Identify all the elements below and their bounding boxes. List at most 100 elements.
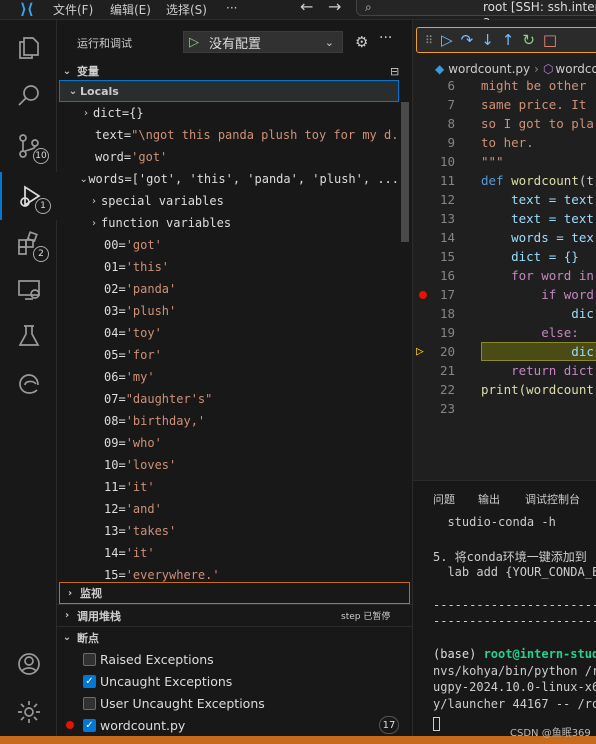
item-value: 'it' (125, 546, 155, 560)
back-arrow-icon[interactable]: ← (300, 0, 313, 16)
callstack-section-header[interactable]: › 调用堆栈 step 已暂停 (57, 604, 412, 626)
item-value: 'takes' (125, 524, 177, 538)
breakpoint-item[interactable]: ✓ wordcount.py 17 (57, 714, 412, 736)
breakpoint-item[interactable]: User Uncaught Exceptions (57, 692, 412, 714)
settings-gear-icon[interactable] (0, 688, 57, 736)
stop-icon[interactable]: □ (543, 31, 557, 49)
item-index: 10 (104, 458, 119, 472)
restart-icon[interactable]: ↻ (522, 31, 535, 49)
list-item[interactable]: 04 = 'toy' (57, 322, 399, 344)
command-center[interactable]: ⌕ root [SSH: ssh.intern-a (356, 0, 596, 28)
breakpoint-dot-icon[interactable] (419, 291, 427, 299)
code-line[interactable]: 10 """ (413, 152, 596, 171)
list-item[interactable]: 14 = 'it' (57, 542, 399, 564)
step-over-icon[interactable]: ↷ (461, 31, 474, 49)
tab-output[interactable]: 输出 (478, 491, 500, 507)
var-name: text (95, 128, 124, 142)
testing-icon[interactable] (0, 312, 57, 360)
watch-section-header[interactable]: › 监视 (59, 582, 410, 604)
menu-file[interactable]: 文件(F) (53, 1, 93, 18)
code-line[interactable]: 12 text = text (413, 190, 596, 209)
breakpoint-checkbox[interactable] (83, 652, 96, 666)
variable-word[interactable]: word = 'got' (57, 146, 399, 168)
special-variables-node[interactable]: › special variables (57, 190, 399, 212)
more-actions-icon[interactable]: ··· (379, 30, 392, 46)
open-launch-json-gear-icon[interactable]: ⚙ (355, 33, 368, 51)
launch-config-select[interactable]: ▷ 没有配置 ⌄ (183, 31, 343, 53)
forward-arrow-icon[interactable]: → (328, 0, 341, 16)
locals-scope[interactable]: ⌄ Locals (59, 80, 399, 102)
list-item[interactable]: 07 = "daughter's" (57, 388, 399, 410)
code-line[interactable]: 19 else: (413, 323, 596, 342)
breakpoint-item[interactable]: ✓ Uncaught Exceptions (57, 670, 412, 692)
activity-bar: 10 1 2 (0, 20, 57, 736)
item-index: 07 (104, 392, 119, 406)
breakpoint-checkbox[interactable]: ✓ (83, 674, 96, 688)
code-line[interactable]: 20 ▷ dic (413, 342, 596, 361)
breakpoint-label: Uncaught Exceptions (100, 673, 233, 689)
list-item[interactable]: 06 = 'my' (57, 366, 399, 388)
breakpoint-item[interactable]: Raised Exceptions (57, 648, 412, 670)
code-line[interactable]: 11 def wordcount(t (413, 171, 596, 190)
menu-more[interactable]: ··· (226, 1, 237, 15)
account-icon[interactable] (0, 640, 57, 688)
list-item[interactable]: 01 = 'this' (57, 256, 399, 278)
menu-edit[interactable]: 编辑(E) (110, 1, 151, 18)
list-item[interactable]: 10 = 'loves' (57, 454, 399, 476)
var-value: {} (129, 106, 144, 120)
list-item[interactable]: 00 = 'got' (57, 234, 399, 256)
variables-section-header[interactable]: ⌄ 变量 ⊟ (57, 60, 412, 82)
breadcrumb-symbol[interactable]: wordco (555, 62, 596, 76)
remote-explorer-icon[interactable] (0, 266, 57, 314)
list-item[interactable]: 08 = 'birthday,' (57, 410, 399, 432)
drag-handle-icon[interactable]: ⠿ (425, 34, 433, 47)
run-debug-icon[interactable]: 1 (0, 172, 57, 220)
item-value: 'loves' (125, 458, 177, 472)
code-line[interactable]: 8 so I got to pla (413, 114, 596, 133)
variable-text[interactable]: text = "\ngot this panda plush toy for m… (57, 124, 399, 146)
code-line[interactable]: 13 text = text (413, 209, 596, 228)
list-item[interactable]: 03 = 'plush' (57, 300, 399, 322)
code-line[interactable]: 15 dict = {} (413, 247, 596, 266)
list-item[interactable]: 05 = 'for' (57, 344, 399, 366)
code-line[interactable]: 14 words = tex (413, 228, 596, 247)
function-variables-node[interactable]: › function variables (57, 212, 399, 234)
code-line[interactable]: 22 print(wordcount (413, 380, 596, 399)
code-line[interactable]: 21 return dict (413, 361, 596, 380)
tab-problems[interactable]: 问题 (433, 491, 455, 507)
code-line[interactable]: 6 might be other (413, 76, 596, 95)
step-into-icon[interactable]: ↓ (481, 31, 494, 49)
tab-debug-console[interactable]: 调试控制台 (525, 491, 580, 507)
list-item[interactable]: 02 = 'panda' (57, 278, 399, 300)
code-line[interactable]: 9 to her. (413, 133, 596, 152)
breakpoints-section-header[interactable]: ⌄ 断点 (57, 626, 412, 648)
line-number: 15 (439, 249, 455, 264)
variables-scrollbar[interactable] (401, 102, 409, 242)
list-item[interactable]: 12 = 'and' (57, 498, 399, 520)
breakpoint-checkbox[interactable] (83, 696, 96, 710)
step-out-icon[interactable]: ↑ (502, 31, 515, 49)
menu-selection[interactable]: 选择(S) (166, 1, 207, 18)
search-icon[interactable] (0, 72, 57, 120)
list-item[interactable]: 13 = 'takes' (57, 520, 399, 542)
collapse-all-icon[interactable]: ⊟ (390, 65, 399, 78)
extensions-icon[interactable]: 2 (0, 220, 57, 268)
breakpoint-checkbox[interactable]: ✓ (83, 718, 96, 732)
code-line[interactable]: 17 if word (413, 285, 596, 304)
code-line[interactable]: 16 for word in (413, 266, 596, 285)
breadcrumb-file[interactable]: wordcount.py (448, 62, 530, 76)
list-item[interactable]: 11 = 'it' (57, 476, 399, 498)
code-line[interactable]: 18 dic (413, 304, 596, 323)
code-line[interactable]: 23 (413, 399, 596, 418)
list-item[interactable]: 09 = 'who' (57, 432, 399, 454)
variable-dict[interactable]: › dict = {} (57, 102, 399, 124)
edge-browser-icon[interactable] (0, 360, 57, 408)
explorer-icon[interactable] (0, 24, 57, 72)
item-value: 'it' (125, 480, 155, 494)
bottom-panel: 问题 输出 调试控制台 studio-conda -h 5. 将conda环境一键… (412, 480, 596, 736)
variable-words[interactable]: ⌄ words = ['got', 'this', 'panda', 'plus… (57, 168, 399, 190)
code-line[interactable]: 7 same price. It (413, 95, 596, 114)
continue-icon[interactable]: ▷ (441, 31, 453, 49)
start-debug-icon[interactable]: ▷ (189, 35, 205, 50)
source-control-icon[interactable]: 10 (0, 122, 57, 170)
